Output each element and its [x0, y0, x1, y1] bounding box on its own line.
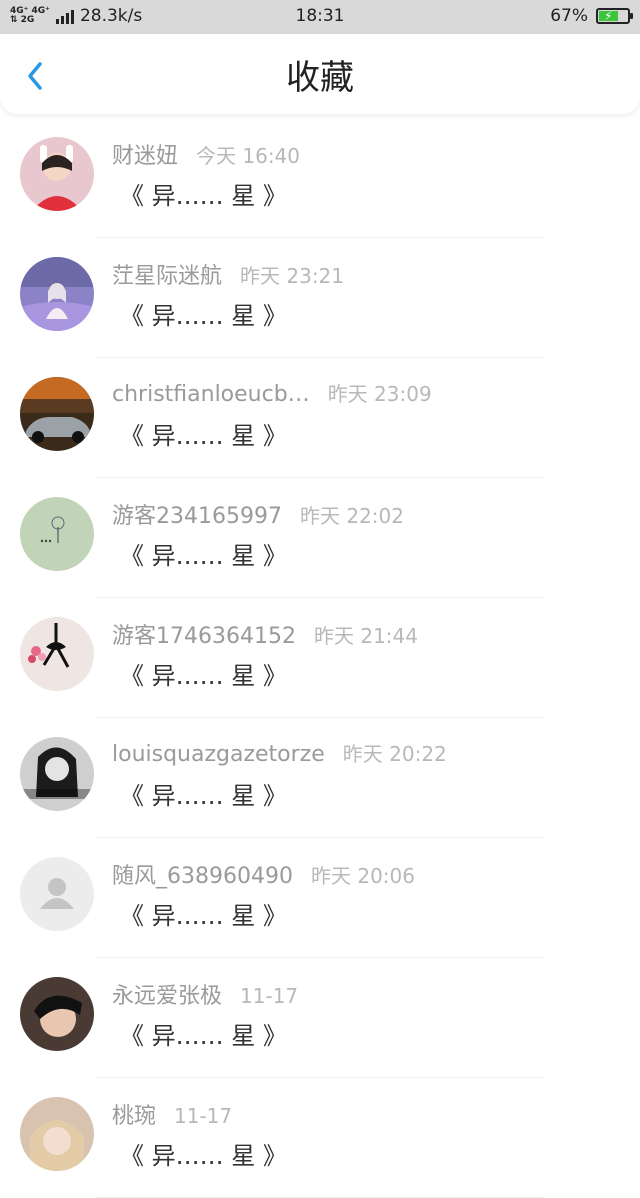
- page-title: 收藏: [286, 58, 354, 98]
- avatar[interactable]: [20, 977, 94, 1051]
- item-time: 昨天 20:06: [310, 864, 415, 888]
- item-preview: 《 异…… 星 》: [120, 782, 287, 810]
- author-name: 财迷妞: [112, 144, 179, 169]
- list-item[interactable]: 茳星际迷航 昨天 23:21 《 异…… 星 》: [0, 238, 640, 358]
- item-author: 桃琬 11-17: [112, 1098, 232, 1130]
- battery-icon: ⚡: [596, 8, 633, 24]
- avatar[interactable]: [20, 617, 94, 691]
- status-right: 67% ⚡: [550, 6, 633, 26]
- avatar[interactable]: [20, 1097, 94, 1171]
- list-item[interactable]: louisquazgazetorze 昨天 20:22 《 异…… 星 》: [0, 718, 640, 838]
- author-name: 随风_638960490: [112, 864, 293, 889]
- battery-percent: 67%: [550, 6, 588, 26]
- author-name: 游客1746364152: [112, 624, 296, 649]
- item-preview: 《 异…… 星 》: [120, 182, 287, 210]
- author-name: christfianloeucb…: [112, 382, 310, 407]
- list-item[interactable]: christfianloeucb… 昨天 23:09 《 异…… 星 》: [0, 358, 640, 478]
- list-item[interactable]: 永远爱张极 11-17 《 异…… 星 》: [0, 958, 640, 1078]
- item-author: 游客234165997 昨天 22:02: [112, 498, 404, 530]
- item-time: 昨天 23:09: [327, 382, 432, 406]
- item-author: 游客1746364152 昨天 21:44: [112, 618, 418, 650]
- item-time: 昨天 20:22: [342, 742, 447, 766]
- charging-icon: ⚡: [604, 9, 613, 23]
- list-item[interactable]: 财迷妞 今天 16:40 《 异…… 星 》: [0, 118, 640, 238]
- item-author: 茳星际迷航 昨天 23:21: [112, 258, 344, 290]
- clock: 18:31: [295, 6, 345, 26]
- author-name: 游客234165997: [112, 504, 282, 529]
- item-preview: 《 异…… 星 》: [120, 542, 287, 570]
- item-time: 昨天 21:44: [313, 624, 418, 648]
- item-author: 随风_638960490 昨天 20:06: [112, 858, 415, 890]
- item-preview: 《 异…… 星 》: [120, 302, 287, 330]
- avatar[interactable]: [20, 137, 94, 211]
- avatar[interactable]: [20, 497, 94, 571]
- item-time: 昨天 22:02: [299, 504, 404, 528]
- item-time: 11-17: [240, 984, 299, 1008]
- avatar[interactable]: [20, 737, 94, 811]
- status-bar: 4G⁺ 4G⁺ ⇅ 2G 28.3k/s 18:31 67% ⚡: [0, 0, 640, 34]
- avatar[interactable]: [20, 377, 94, 451]
- author-name: 永远爱张极: [112, 984, 223, 1009]
- item-time: 昨天 23:21: [240, 264, 345, 288]
- list-item[interactable]: 随风_638960490 昨天 20:06 《 异…… 星 》: [0, 838, 640, 958]
- item-preview: 《 异…… 星 》: [120, 1142, 287, 1170]
- item-preview: 《 异…… 星 》: [120, 422, 287, 450]
- item-preview: 《 异…… 星 》: [120, 902, 287, 930]
- favorites-list: 财迷妞 今天 16:40 《 异…… 星 》 茳星际迷航 昨天 23:21 《 异……: [0, 118, 640, 1198]
- item-author: 财迷妞 今天 16:40: [112, 138, 300, 170]
- item-time: 11-17: [174, 1104, 233, 1128]
- list-item[interactable]: 桃琬 11-17 《 异…… 星 》: [0, 1078, 640, 1198]
- list-item[interactable]: 游客234165997 昨天 22:02 《 异…… 星 》: [0, 478, 640, 598]
- item-preview: 《 异…… 星 》: [120, 1022, 287, 1050]
- battery-level: ⚡: [599, 9, 618, 23]
- author-name: louisquazgazetorze: [112, 742, 325, 767]
- item-preview: 《 异…… 星 》: [120, 662, 287, 690]
- nav-bar: 收藏: [0, 34, 640, 114]
- author-name: 茳星际迷航: [112, 264, 223, 289]
- item-time: 今天 16:40: [196, 144, 301, 168]
- item-author: christfianloeucb… 昨天 23:09: [112, 378, 432, 407]
- avatar[interactable]: [20, 857, 94, 931]
- list-item[interactable]: 游客1746364152 昨天 21:44 《 异…… 星 》: [0, 598, 640, 718]
- avatar[interactable]: [20, 257, 94, 331]
- item-author: louisquazgazetorze 昨天 20:22: [112, 738, 447, 767]
- author-name: 桃琬: [112, 1104, 157, 1129]
- item-author: 永远爱张极 11-17: [112, 978, 298, 1010]
